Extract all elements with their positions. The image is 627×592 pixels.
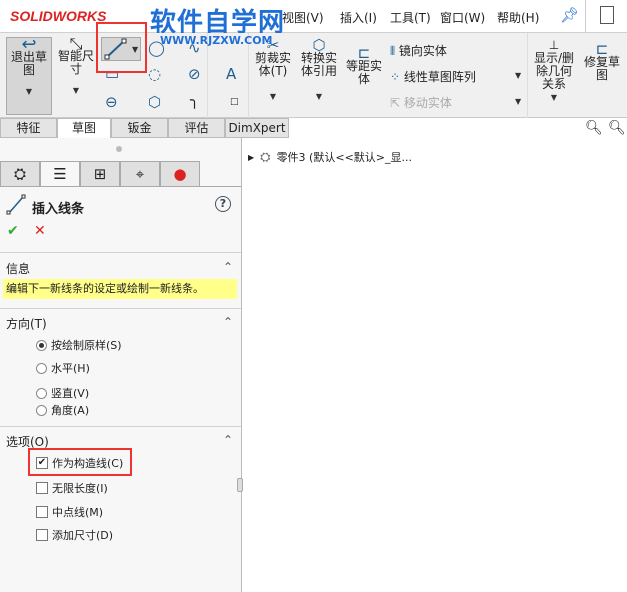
property-manager-tab[interactable]: ☰ (40, 161, 80, 187)
radio-as-sketched[interactable]: 按绘制原样(S) (36, 337, 122, 353)
tab-features[interactable]: 特征 (0, 118, 57, 138)
radio-button[interactable] (36, 404, 47, 416)
ok-check-icon[interactable]: ✔ (7, 223, 19, 239)
exit-sketch-button[interactable]: ↩ 退出草图 ▼ (6, 36, 52, 115)
radio-button[interactable] (36, 362, 47, 374)
trim-entities-button[interactable]: ✂ 剪裁实体(T) ▼ (252, 38, 294, 103)
divider (527, 33, 528, 118)
config-icon: ⊞ (93, 165, 107, 183)
chevron-up-icon[interactable]: ⌃ (223, 433, 233, 447)
radio-button[interactable] (36, 339, 47, 351)
move-icon: ⇱ (390, 96, 401, 110)
checkbox-add-dimensions[interactable]: 添加尺寸(D) (36, 527, 113, 543)
point-icon[interactable]: □ (230, 97, 239, 107)
ellipse-icon[interactable]: ⊘ (188, 65, 201, 83)
info-message: 编辑下一新线条的设定或绘制一新线条。 (3, 279, 237, 299)
menu-help[interactable]: 帮助(H) (497, 9, 539, 26)
chevron-up-icon[interactable]: ⌃ (223, 315, 233, 329)
drag-handle[interactable] (116, 146, 122, 152)
tab-evaluate[interactable]: 评估 (168, 118, 225, 138)
radio-vertical[interactable]: 竖直(V) (36, 385, 89, 401)
fillet-icon[interactable]: ╮ (190, 91, 199, 109)
part-icon: ⛭ (13, 165, 26, 183)
checkbox[interactable] (36, 506, 48, 518)
menu-tools[interactable]: 工具(T) (390, 9, 431, 26)
mirror-entities-button[interactable]: ⫴ 镜向实体 (390, 42, 447, 59)
watermark-url: WWW.RJZXW.COM (160, 34, 273, 47)
chevron-up-icon[interactable]: ⌃ (223, 260, 233, 274)
move-entities-button[interactable]: ⇱ 移动实体 (390, 94, 452, 111)
chevron-down-icon[interactable]: ▼ (7, 85, 51, 98)
linear-pattern-button[interactable]: ⁘ 线性草图阵列 (390, 68, 476, 85)
expand-arrow-icon[interactable]: ▶ (248, 153, 254, 162)
dimxpert-tab[interactable]: ⌖ (120, 161, 160, 187)
tab-sketch[interactable]: 草图 (57, 118, 111, 138)
line-icon (6, 194, 26, 219)
divider (585, 0, 586, 33)
smart-dimension-button[interactable]: ⤡ 智能尺寸 ▼ (55, 36, 97, 115)
tab-bar: 特征 草图 钣金 评估 DimXpert 🔍︎ 🔍︎ (0, 118, 627, 138)
text-icon[interactable]: A (226, 65, 236, 83)
tab-dimxpert[interactable]: DimXpert (225, 118, 289, 138)
arc-icon[interactable]: ◌ (148, 65, 161, 83)
menu-view[interactable]: 视图(V) (282, 9, 324, 26)
new-document-icon[interactable] (600, 6, 614, 24)
display-delete-relations-button[interactable]: ⊥ 显示/删除几何关系 ▼ (532, 39, 576, 104)
chevron-down-icon[interactable]: ▼ (55, 84, 97, 97)
tab-sheet-metal[interactable]: 钣金 (111, 118, 168, 138)
solidworks-logo: SOLIDWORKS (10, 8, 107, 24)
display-tab[interactable]: ● (160, 161, 200, 187)
menu-insert[interactable]: 插入(I) (340, 9, 377, 26)
info-section-header[interactable]: 信息 (6, 260, 30, 277)
menu-window[interactable]: 窗口(W) (440, 9, 485, 26)
checkbox-midpoint-line[interactable]: 中点线(M) (36, 504, 103, 520)
zoom-fit-icon[interactable]: 🔍︎ (585, 120, 603, 136)
radio-button[interactable] (36, 387, 47, 399)
cancel-x-icon[interactable]: ✕ (34, 223, 46, 239)
checkbox-infinite-length[interactable]: 无限长度(I) (36, 480, 108, 496)
offset-entities-button[interactable]: ⊏ 等距实体 (344, 46, 384, 86)
panel-title: 插入线条 (32, 202, 85, 217)
checkbox[interactable] (36, 529, 48, 541)
zoom-area-icon[interactable]: 🔍︎ (608, 120, 626, 136)
help-icon[interactable]: ? (215, 196, 231, 212)
slot-icon[interactable]: ⊖ (105, 93, 118, 111)
repair-sketch-button[interactable]: ⊏ 修复草图 (580, 42, 624, 82)
feature-tree-item[interactable]: ▶ ⛭ 零件3 (默认<<默认>_显... (248, 149, 412, 165)
command-manager: ↩ 退出草图 ▼ ⤡ 智能尺寸 ▼ ▼ ▭ ⊖ ◯ ◌ ⬡ ∿ ⊘ ╮ A □ … (0, 33, 627, 118)
radio-horizontal[interactable]: 水平(H) (36, 360, 90, 376)
crosshair-icon: ⌖ (135, 165, 145, 183)
radio-angle[interactable]: 角度(A) (36, 402, 89, 418)
checkbox[interactable] (36, 482, 48, 494)
configuration-tab[interactable]: ⊞ (80, 161, 120, 187)
pin-icon[interactable]: 📌︎ (560, 6, 579, 24)
chevron-down-icon[interactable]: ▼ (532, 91, 576, 104)
feature-tree-tab[interactable]: ⛭ (0, 161, 40, 187)
polygon-icon[interactable]: ⬡ (148, 93, 161, 111)
chevron-down-icon[interactable]: ▼ (515, 71, 521, 80)
direction-section-header[interactable]: 方向(T) (6, 315, 47, 332)
menu-bar: SOLIDWORKS 视图(V) 插入(I) 工具(T) 窗口(W) 帮助(H)… (0, 0, 627, 33)
mirror-icon: ⫴ (390, 44, 396, 58)
chevron-down-icon[interactable]: ▼ (515, 97, 521, 106)
appearance-icon: ● (173, 165, 187, 183)
linear-pattern-icon: ⁘ (390, 70, 401, 84)
property-manager: ⛭ ☰ ⊞ ⌖ ● 插入线条 ? ✔ ✕ 信息 ⌃ 编辑下一新线条的设定或绘制一… (0, 138, 243, 592)
highlight-box (28, 448, 132, 476)
highlight-box (96, 22, 147, 73)
convert-entities-button[interactable]: ⬡ 转换实体引用 ▼ (298, 38, 340, 103)
list-icon: ☰ (53, 165, 67, 183)
panel-collapse-handle[interactable] (237, 478, 243, 492)
chevron-down-icon[interactable]: ▼ (298, 90, 340, 103)
part-icon: ⛭ (260, 149, 271, 165)
chevron-down-icon[interactable]: ▼ (252, 90, 294, 103)
